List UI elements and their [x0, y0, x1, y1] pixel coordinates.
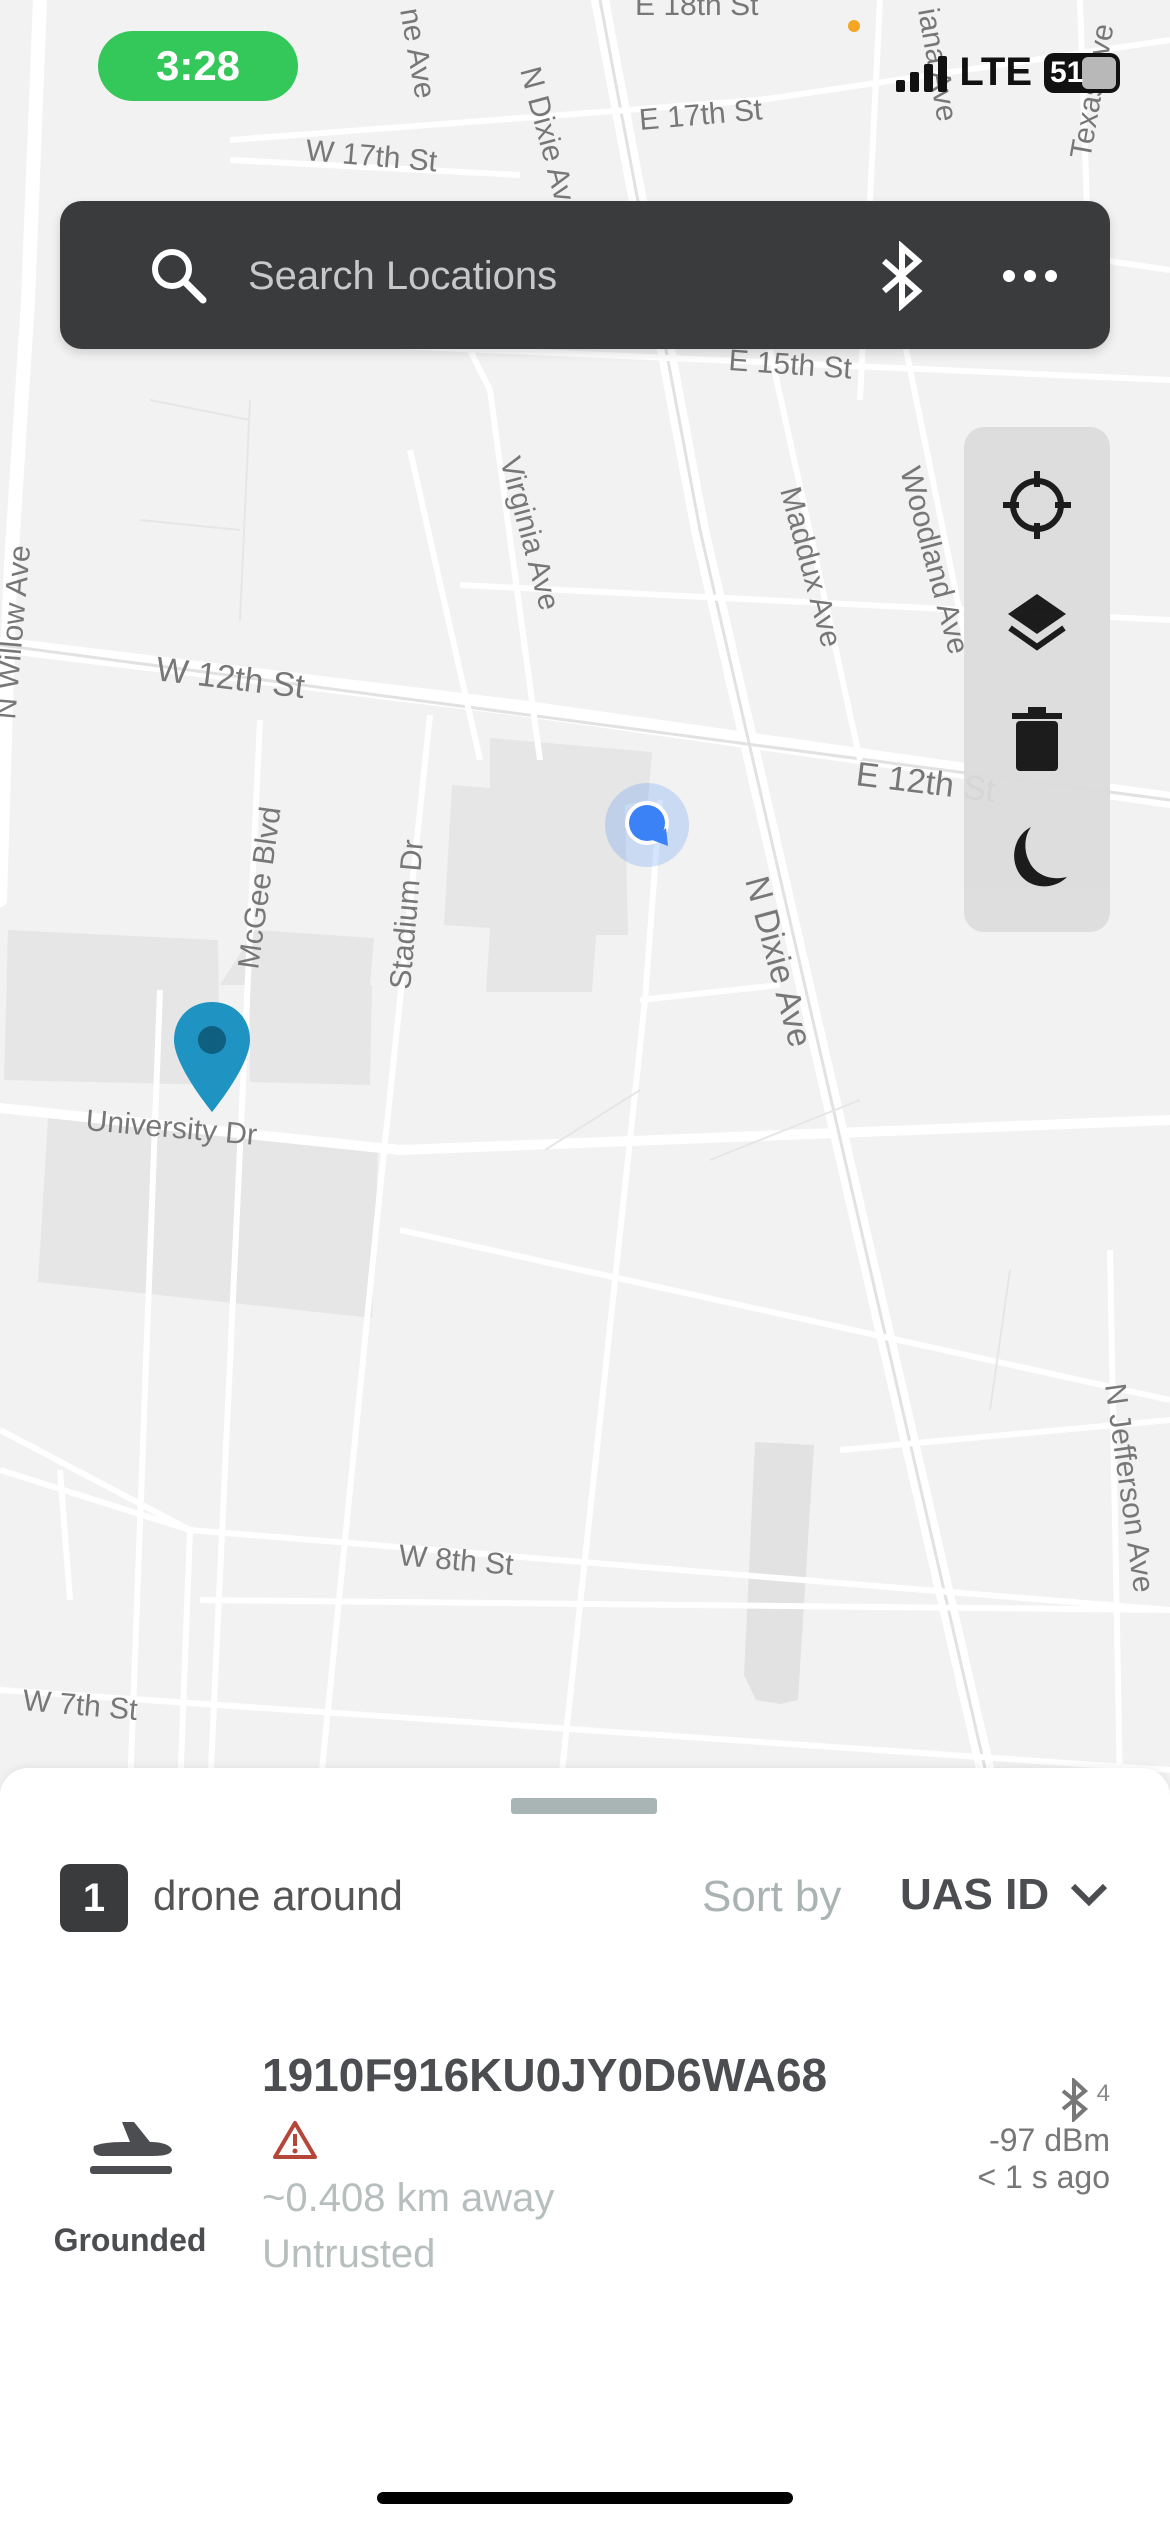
layers-icon — [1008, 594, 1066, 651]
svg-text:W 7th St: W 7th St — [21, 1684, 139, 1727]
search-bar — [60, 201, 1110, 349]
svg-text:N Jefferson Ave: N Jefferson Ave — [1098, 1381, 1160, 1594]
svg-text:Stadium Dr: Stadium Dr — [384, 838, 430, 990]
more-options-icon[interactable] — [1000, 259, 1060, 293]
bluetooth-icon[interactable] — [872, 241, 932, 311]
network-type: LTE — [959, 50, 1032, 94]
signal-info: 4 -97 dBm < 1 s ago — [977, 2078, 1110, 2196]
svg-text:W 17th St: W 17th St — [304, 134, 439, 178]
sheet-drag-handle[interactable] — [511, 1798, 657, 1814]
svg-text:Maddux Ave: Maddux Ave — [773, 483, 847, 650]
bluetooth-icon — [1061, 2078, 1088, 2122]
uas-id: 1910F916KU0JY0D6WA68 — [262, 2049, 828, 2101]
moon-icon — [1014, 827, 1067, 887]
svg-text:W 8th St: W 8th St — [397, 1539, 515, 1582]
sort-value: UAS ID — [900, 1870, 1050, 1919]
drone-count-label: drone around — [153, 1872, 403, 1919]
cellular-signal-icon — [896, 54, 948, 92]
battery-level: 51 — [1050, 55, 1084, 89]
svg-text:E 15th St: E 15th St — [728, 344, 854, 386]
drone-marker-pin-icon[interactable] — [172, 1000, 252, 1115]
chevron-down-icon — [1071, 1883, 1108, 1907]
svg-text:E 18th St: E 18th St — [635, 0, 759, 22]
drone-count-badge: 1 — [60, 1864, 128, 1932]
drone-trust-status: Untrusted — [262, 2232, 436, 2276]
drone-distance: ~0.408 km away — [262, 2176, 555, 2220]
last-seen: < 1 s ago — [977, 2159, 1110, 2195]
layers-button[interactable] — [999, 585, 1075, 661]
dark-mode-button[interactable] — [999, 819, 1075, 895]
search-icon[interactable] — [148, 245, 208, 305]
clear-button[interactable] — [999, 702, 1075, 778]
svg-text:N Willow Ave: N Willow Ave — [0, 544, 37, 721]
airplane-grounded-icon — [90, 2122, 172, 2174]
sort-by-label: Sort by — [702, 1872, 842, 1921]
svg-text:W 12th St: W 12th St — [154, 650, 307, 706]
drone-status: Grounded — [53, 2222, 207, 2258]
trash-icon — [1012, 707, 1062, 771]
map-tools-panel — [964, 427, 1110, 932]
crosshair-icon — [1003, 471, 1071, 539]
svg-text:E 17th St: E 17th St — [638, 93, 764, 137]
battery-icon: 51 — [1044, 52, 1120, 93]
current-location-icon — [605, 783, 689, 867]
home-indicator[interactable] — [377, 2492, 793, 2504]
rssi-value: -97 dBm — [989, 2122, 1110, 2158]
bottom-sheet: 1 drone around Sort by UAS ID Grounded 1… — [0, 1768, 1170, 2532]
svg-text:ne Ave: ne Ave — [393, 5, 441, 101]
recenter-button[interactable] — [999, 467, 1075, 543]
bluetooth-count: 4 — [1096, 2080, 1110, 2107]
sort-dropdown[interactable]: UAS ID — [900, 1870, 1109, 1920]
privacy-indicator-dot — [848, 20, 860, 32]
warning-icon — [273, 2121, 317, 2159]
search-input[interactable] — [246, 241, 770, 311]
svg-text:N Dixie Ave: N Dixie Ave — [513, 63, 585, 221]
drone-list-item[interactable]: Grounded 1910F916KU0JY0D6WA68 ~0.408 km … — [0, 2048, 1170, 2308]
status-indicators: LTE 51 — [896, 50, 1120, 95]
status-time: 3:28 — [98, 31, 298, 101]
